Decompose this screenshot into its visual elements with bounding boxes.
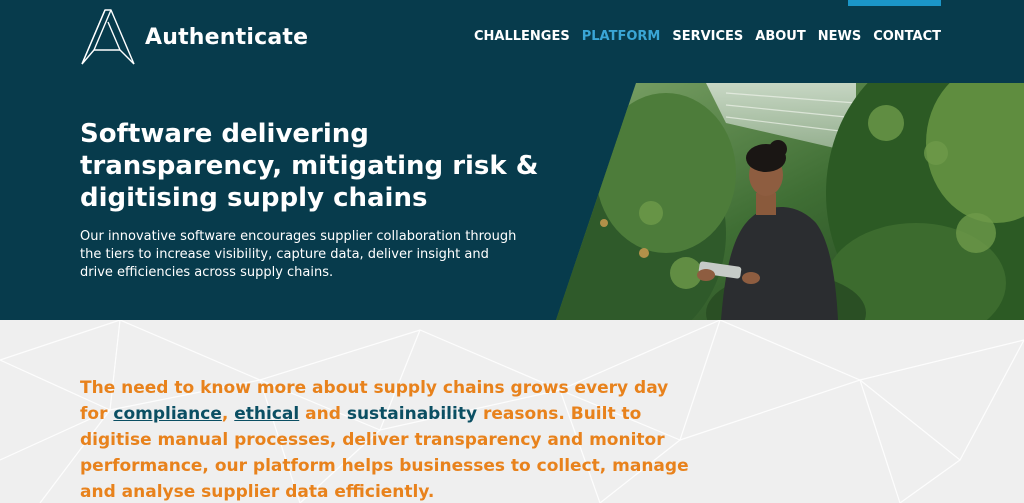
ethical-link[interactable]: ethical [234,404,299,424]
nav-item-news[interactable]: NEWS [818,29,861,44]
statement-separator-2: and [299,404,347,424]
platform-intro-section: The need to know more about supply chain… [0,320,1024,503]
nav-item-about[interactable]: ABOUT [755,29,805,44]
hero-headline: Software delivering transparency, mitiga… [80,119,539,213]
platform-statement: The need to know more about supply chain… [80,375,690,503]
top-action-button[interactable] [848,0,941,6]
hero-lead-text: Our innovative software encourages suppl… [80,229,517,280]
nav-item-challenges[interactable]: CHALLENGES [474,29,570,44]
sustainability-term: sustainability [346,404,478,424]
hero-photo-greenhouse [556,83,1024,320]
nav-item-services[interactable]: SERVICES [672,29,743,44]
brand-name: Authenticate [145,24,309,50]
compliance-link[interactable]: compliance [113,404,221,424]
hero-section: Authenticate CHALLENGES PLATFORM SERVICE… [0,0,1024,320]
nav-item-platform[interactable]: PLATFORM [582,29,661,44]
brand-logo[interactable]: Authenticate [80,6,308,68]
logo-mark-icon [81,9,135,65]
nav-item-contact[interactable]: CONTACT [873,29,941,44]
main-nav: CHALLENGES PLATFORM SERVICES ABOUT NEWS … [474,29,941,44]
statement-separator-1: , [221,404,235,424]
